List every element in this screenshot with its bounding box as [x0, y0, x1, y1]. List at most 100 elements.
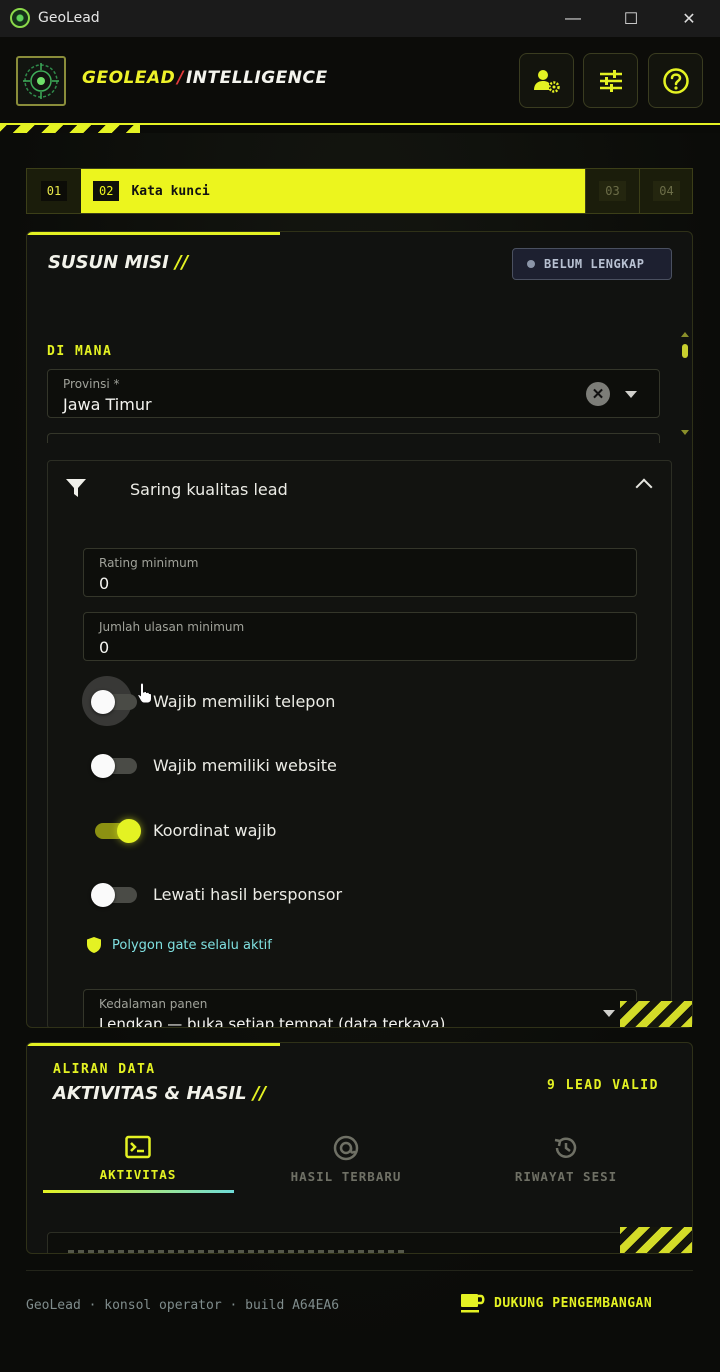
toggle-skip-sponsored[interactable]: [91, 883, 137, 907]
user-settings-icon: [533, 69, 560, 93]
next-field-partial: [47, 433, 660, 443]
toggle-knob: [117, 819, 141, 843]
reviews-value: 0: [99, 638, 110, 657]
toggle-label: Wajib memiliki telepon: [153, 692, 336, 711]
step-label: Kata kunci: [131, 183, 210, 199]
step-number: 04: [653, 181, 680, 201]
depth-label: Kedalaman panen: [99, 997, 208, 1011]
brand-geolead: GEOLEAD: [82, 68, 176, 88]
coffee-cup-icon: [461, 1294, 485, 1313]
hazard-corner: [620, 1227, 692, 1253]
province-label: Provinsi *: [63, 377, 120, 391]
app-radar-icon: [10, 8, 30, 28]
harvest-depth-select[interactable]: Kedalaman panen Lengkap — buka setiap te…: [83, 989, 637, 1028]
mission-title-slash: //: [175, 252, 189, 273]
activity-title-slash: //: [252, 1083, 267, 1104]
history-icon: [554, 1137, 577, 1158]
tab-session-history[interactable]: RIWAYAT SESI: [471, 1135, 661, 1197]
close-icon: ✕: [682, 10, 696, 28]
brand-intelligence: INTELLIGENCE: [185, 68, 328, 88]
tab-latest-results[interactable]: HASIL TERBARU: [251, 1135, 441, 1197]
tab-label: AKTIVITAS: [99, 1167, 177, 1182]
filter-funnel-icon: [66, 479, 86, 497]
mouse-pointer-hand-icon: [137, 682, 152, 704]
help-icon: [662, 67, 689, 94]
toggle-knob: [91, 754, 115, 778]
step-04[interactable]: 04: [639, 169, 693, 213]
toggle-label: Koordinat wajib: [153, 821, 277, 840]
app-header: GEOLEAD / INTELLIGENCE: [0, 37, 720, 125]
minimize-icon: —: [565, 9, 581, 27]
help-button[interactable]: [648, 53, 703, 108]
section-label-where: DI MANA: [47, 344, 113, 359]
hazard-corner: [620, 1001, 692, 1027]
close-button[interactable]: ✕: [660, 0, 718, 37]
mission-title: SUSUN MISI //: [48, 252, 188, 273]
step-number: 02: [93, 181, 120, 201]
support-development-link[interactable]: DUKUNG PENGEMBANGAN: [460, 1292, 652, 1314]
polygon-gate-note: Polygon gate selalu aktif: [86, 936, 272, 954]
rating-minimum-input[interactable]: Rating minimum 0: [83, 548, 637, 597]
footer-divider: [26, 1270, 693, 1271]
tab-activity[interactable]: AKTIVITAS: [43, 1135, 233, 1197]
window-titlebar: GeoLead — ☐ ✕: [0, 0, 720, 37]
scroll-thumb[interactable]: [682, 344, 688, 358]
mission-title-text: SUSUN MISI: [48, 252, 169, 273]
toggle-knob: [91, 690, 115, 714]
at-target-icon: [333, 1135, 359, 1161]
sliders-icon: [599, 69, 622, 92]
status-text: BELUM LENGKAP: [544, 257, 645, 271]
chevron-down-icon[interactable]: [625, 391, 637, 398]
province-select[interactable]: Provinsi * Jawa Timur ✕: [47, 369, 660, 418]
filter-title: Saring kualitas lead: [130, 480, 288, 499]
step-progress: 01 02 Kata kunci 03 04: [26, 168, 693, 214]
depth-value: Lengkap — buka setiap tempat (data terka…: [99, 1015, 446, 1028]
valid-lead-count: 9 LEAD VALID: [547, 1078, 659, 1093]
rating-label: Rating minimum: [99, 556, 199, 570]
toggle-knob: [91, 883, 115, 907]
step-01[interactable]: 01: [27, 169, 81, 213]
province-value: Jawa Timur: [63, 395, 152, 414]
brand-title: GEOLEAD / INTELLIGENCE: [82, 68, 328, 88]
hazard-stripe: [0, 125, 140, 133]
activity-title: AKTIVITAS & HASIL //: [53, 1083, 266, 1104]
clear-icon[interactable]: ✕: [586, 382, 610, 406]
scrollbar[interactable]: [681, 332, 689, 442]
toggle-coordinates-required[interactable]: [95, 819, 141, 843]
tab-label: RIWAYAT SESI: [514, 1169, 618, 1184]
chevron-up-icon[interactable]: [635, 478, 653, 496]
status-dot-icon: [527, 260, 535, 268]
activity-log[interactable]: [47, 1232, 672, 1253]
mission-card: SUSUN MISI // BELUM LENGKAP DI MANA Prov…: [26, 231, 693, 1028]
step-number: 03: [599, 181, 626, 201]
scroll-down-arrow-icon[interactable]: [681, 430, 689, 435]
step-03[interactable]: 03: [585, 169, 639, 213]
review-count-minimum-input[interactable]: Jumlah ulasan minimum 0: [83, 612, 637, 661]
step-02-active[interactable]: 02 Kata kunci: [81, 169, 585, 213]
lead-quality-filter-panel: Saring kualitas lead Rating minimum 0 Ju…: [47, 460, 672, 1028]
tab-label: HASIL TERBARU: [290, 1169, 402, 1184]
active-tab-indicator: [43, 1190, 234, 1193]
toggle-phone-required[interactable]: [91, 690, 137, 714]
polygon-gate-text: Polygon gate selalu aktif: [112, 937, 272, 953]
user-settings-button[interactable]: [519, 53, 574, 108]
maximize-icon: ☐: [623, 10, 639, 28]
logo: [16, 56, 66, 106]
toggle-website-required[interactable]: [91, 754, 137, 778]
activity-eyebrow: ALIRAN DATA: [53, 1062, 156, 1077]
status-badge: BELUM LENGKAP: [512, 248, 672, 280]
sliders-button[interactable]: [583, 53, 638, 108]
step-number: 01: [40, 181, 68, 201]
log-line-partial: [68, 1250, 408, 1253]
toggle-label: Lewati hasil bersponsor: [153, 885, 343, 904]
activity-card: ALIRAN DATA AKTIVITAS & HASIL // 9 LEAD …: [26, 1042, 693, 1254]
support-label: DUKUNG PENGEMBANGAN: [494, 1295, 653, 1311]
chevron-down-icon[interactable]: [603, 1010, 615, 1017]
brand-slash: /: [177, 68, 184, 88]
radar-logo-icon: [23, 63, 59, 99]
activity-title-text: AKTIVITAS & HASIL: [53, 1083, 247, 1104]
scroll-up-arrow-icon[interactable]: [681, 332, 689, 337]
maximize-button[interactable]: ☐: [602, 0, 660, 37]
minimize-button[interactable]: —: [544, 0, 602, 37]
card-accent: [27, 232, 280, 235]
